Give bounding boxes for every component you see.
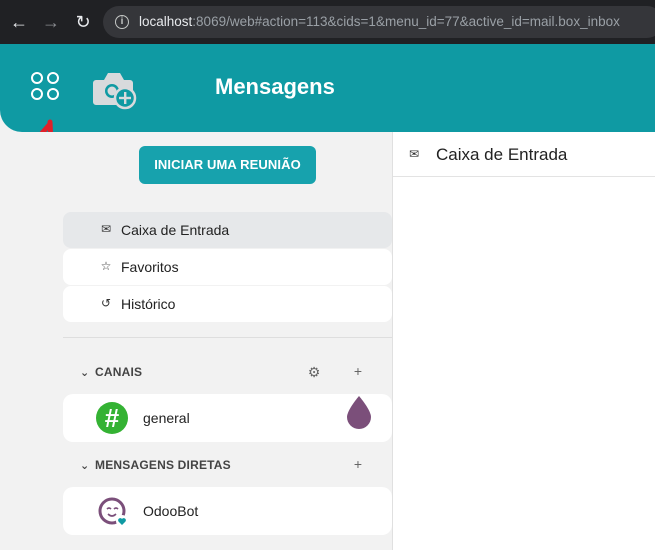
drop-icon bbox=[347, 396, 371, 429]
history-icon: ↺ bbox=[100, 296, 112, 310]
url-path: :8069/web#action=113&cids=1&menu_id=77&a… bbox=[192, 14, 620, 29]
sidebar-item-inbox[interactable]: ✉ Caixa de Entrada bbox=[63, 212, 392, 248]
chevron-down-icon: ⌄ bbox=[80, 367, 90, 379]
chevron-down-icon: ⌄ bbox=[80, 460, 90, 472]
star-icon: ☆ bbox=[100, 259, 112, 273]
inbox-icon: ✉ bbox=[409, 147, 420, 161]
add-channel-icon[interactable]: + bbox=[350, 363, 366, 379]
url-text: localhost:8069/web#action=113&cids=1&men… bbox=[139, 14, 620, 29]
thread-header: ✉ Caixa de Entrada bbox=[393, 132, 655, 177]
direct-messages-section-header[interactable]: ⌄ MENSAGENS DIRETAS bbox=[80, 458, 231, 472]
channels-header-label: CANAIS bbox=[95, 365, 143, 379]
channels-section-header[interactable]: ⌄ CANAIS bbox=[80, 365, 142, 379]
direct-item-odoobot[interactable]: OdooBot bbox=[63, 487, 392, 535]
sidebar-item-label: Histórico bbox=[121, 296, 176, 312]
apps-menu-icon[interactable] bbox=[31, 72, 61, 102]
direct-header-label: MENSAGENS DIRETAS bbox=[95, 458, 231, 472]
browser-toolbar: ← → ↻ i localhost:8069/web#action=113&ci… bbox=[0, 0, 655, 44]
sidebar-item-label: Caixa de Entrada bbox=[121, 222, 230, 238]
sidebar-item-label: Favoritos bbox=[121, 259, 179, 275]
main-panel: ✉ Caixa de Entrada bbox=[392, 132, 655, 550]
address-bar[interactable]: i localhost:8069/web#action=113&cids=1&m… bbox=[103, 6, 655, 38]
app-header: Mensagens bbox=[0, 44, 655, 132]
odoobot-avatar bbox=[98, 497, 128, 527]
hashtag-icon: # bbox=[96, 402, 128, 434]
channel-label: general bbox=[143, 410, 190, 426]
thread-title: Caixa de Entrada bbox=[436, 145, 568, 164]
sidebar-item-favorites[interactable]: ☆ Favoritos bbox=[63, 249, 392, 285]
divider bbox=[63, 337, 392, 338]
add-direct-message-icon[interactable]: + bbox=[350, 456, 366, 472]
direct-label: OdooBot bbox=[143, 503, 199, 519]
reload-icon[interactable]: ↻ bbox=[72, 11, 94, 33]
start-meeting-button[interactable]: INICIAR UMA REUNIÃO bbox=[139, 146, 316, 184]
channel-item-general[interactable]: # general bbox=[63, 394, 392, 442]
url-host: localhost bbox=[139, 14, 193, 29]
info-icon[interactable]: i bbox=[115, 15, 129, 29]
sidebar-item-history[interactable]: ↺ Histórico bbox=[63, 286, 392, 322]
inbox-icon: ✉ bbox=[100, 222, 112, 236]
forward-arrow-icon[interactable]: → bbox=[40, 11, 62, 33]
sidebar: INICIAR UMA REUNIÃO ✉ Caixa de Entrada ☆… bbox=[0, 132, 392, 550]
channel-settings-icon[interactable]: ⚙ bbox=[306, 364, 322, 381]
page-title: Mensagens bbox=[215, 74, 335, 99]
camera-add-icon[interactable] bbox=[92, 68, 138, 110]
back-arrow-icon[interactable]: ← bbox=[8, 11, 30, 33]
